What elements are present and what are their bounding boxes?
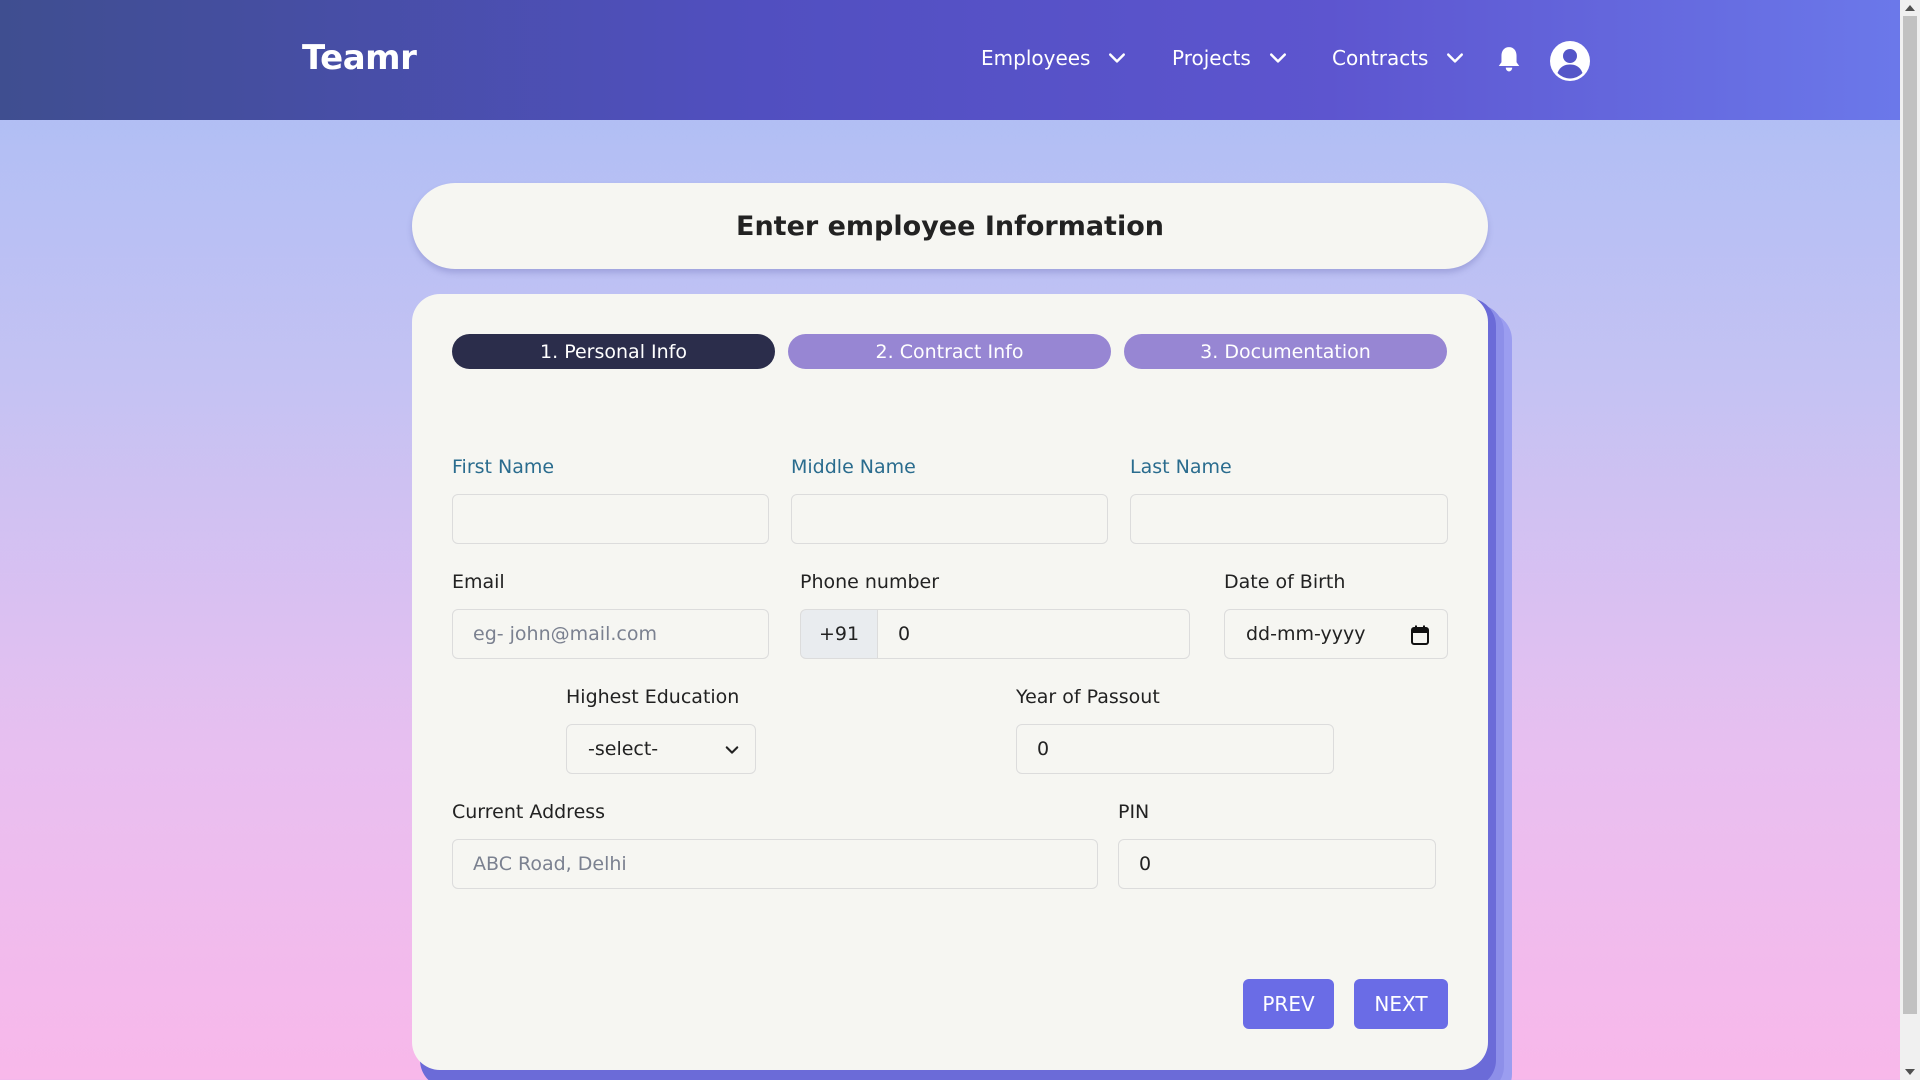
nav-projects[interactable]: Projects	[1172, 46, 1287, 70]
education-label: Highest Education	[566, 686, 740, 708]
middle-name-input[interactable]	[791, 494, 1108, 544]
first-name-input[interactable]	[452, 494, 769, 544]
phone-label: Phone number	[800, 571, 940, 593]
chevron-down-icon	[1109, 53, 1126, 63]
last-name-label: Last Name	[1130, 456, 1232, 478]
email-label: Email	[452, 571, 505, 593]
address-label: Current Address	[452, 801, 606, 823]
user-avatar-icon[interactable]	[1549, 40, 1591, 82]
nav-contracts[interactable]: Contracts	[1332, 46, 1464, 70]
employee-form-card: 1. Personal Info 2. Contract Info 3. Doc…	[412, 294, 1488, 1070]
dob-placeholder: dd-mm-yyyy	[1246, 623, 1366, 645]
education-selected-value: -select-	[588, 738, 659, 760]
chevron-down-icon	[1269, 53, 1286, 63]
step-documentation[interactable]: 3. Documentation	[1124, 334, 1447, 369]
phone-country-code: +91	[800, 609, 878, 659]
page-title: Enter employee Information	[736, 210, 1164, 242]
passout-year-input[interactable]	[1016, 724, 1334, 774]
dob-input[interactable]: dd-mm-yyyy	[1224, 609, 1448, 659]
brand-logo[interactable]: Teamr	[302, 38, 417, 78]
last-name-input[interactable]	[1130, 494, 1448, 544]
step-contract-info[interactable]: 2. Contract Info	[788, 334, 1111, 369]
bell-icon[interactable]	[1496, 45, 1522, 73]
page-header-card: Enter employee Information	[412, 183, 1488, 269]
nav-contracts-label: Contracts	[1332, 46, 1429, 70]
dob-label: Date of Birth	[1224, 571, 1346, 593]
vertical-scrollbar[interactable]	[1900, 0, 1920, 1080]
top-navbar: Teamr Employees Projects Contracts	[0, 0, 1900, 120]
chevron-down-icon	[1447, 53, 1464, 63]
step-personal-info[interactable]: 1. Personal Info	[452, 334, 775, 369]
next-button[interactable]: NEXT	[1354, 979, 1448, 1029]
middle-name-label: Middle Name	[791, 456, 916, 478]
scroll-up-arrow-icon[interactable]	[1905, 5, 1915, 11]
passout-year-label: Year of Passout	[1016, 686, 1160, 708]
chevron-down-icon	[725, 746, 739, 754]
first-name-label: First Name	[452, 456, 555, 478]
calendar-icon[interactable]	[1411, 625, 1429, 645]
nav-projects-label: Projects	[1172, 46, 1251, 70]
phone-input[interactable]	[877, 609, 1190, 659]
scrollbar-thumb[interactable]	[1903, 16, 1917, 1014]
nav-employees-label: Employees	[981, 46, 1091, 70]
email-input[interactable]	[452, 609, 769, 659]
address-input[interactable]	[452, 839, 1098, 889]
pin-input[interactable]	[1118, 839, 1436, 889]
pin-label: PIN	[1118, 801, 1150, 823]
prev-button[interactable]: PREV	[1243, 979, 1334, 1029]
scroll-down-arrow-icon[interactable]	[1905, 1069, 1915, 1075]
nav-employees[interactable]: Employees	[981, 46, 1126, 70]
education-select[interactable]: -select-	[566, 724, 756, 774]
